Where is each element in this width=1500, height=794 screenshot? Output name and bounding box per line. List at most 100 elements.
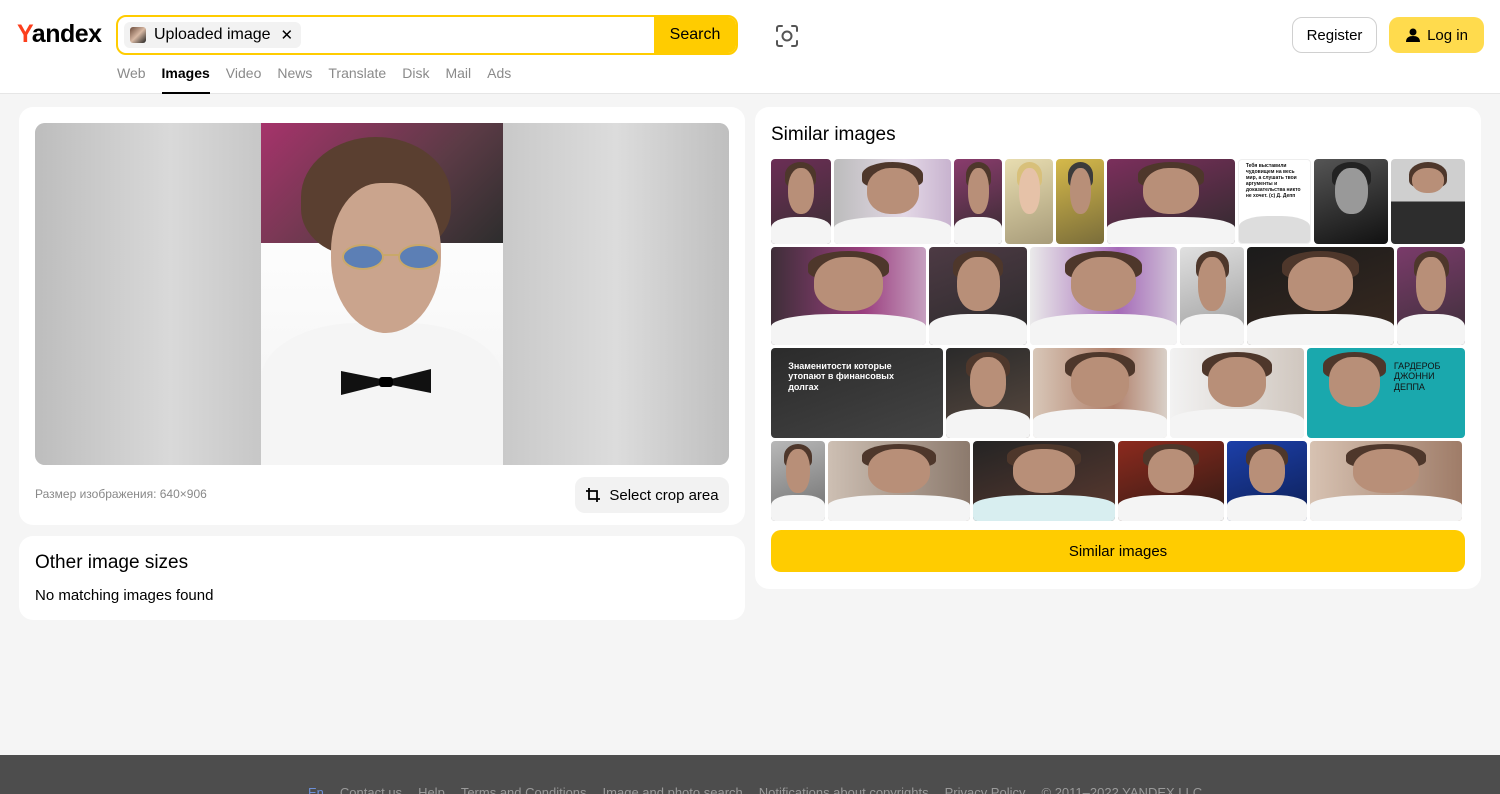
nav-web[interactable]: Web bbox=[117, 64, 146, 94]
camera-search-icon[interactable] bbox=[773, 22, 801, 50]
similar-image-tile[interactable]: Знаменитости которые утопают в финансовы… bbox=[771, 348, 943, 438]
nav-images[interactable]: Images bbox=[161, 64, 210, 94]
footer-help-link[interactable]: Help bbox=[418, 785, 445, 794]
grid-row: Знаменитости которые утопают в финансовы… bbox=[771, 348, 1465, 438]
footer-privacy-link[interactable]: Privacy Policy bbox=[945, 785, 1026, 794]
similar-images-button[interactable]: Similar images bbox=[771, 530, 1465, 572]
nav-ads[interactable]: Ads bbox=[487, 64, 511, 94]
register-button[interactable]: Register bbox=[1292, 17, 1377, 53]
footer-links: En Contact us Help Terms and Conditions … bbox=[308, 785, 1202, 794]
tile-suit bbox=[771, 495, 825, 521]
footer-terms-link[interactable]: Terms and Conditions bbox=[461, 785, 587, 794]
nav-video[interactable]: Video bbox=[226, 64, 262, 94]
search-button[interactable]: Search bbox=[654, 17, 736, 53]
tile-suit bbox=[1029, 313, 1178, 345]
no-matches-message: No matching images found bbox=[35, 587, 214, 604]
footer-copyright: © 2011–2022 YANDEX LLC bbox=[1041, 785, 1203, 794]
footer-image-search-link[interactable]: Image and photo search bbox=[603, 785, 743, 794]
nav-mail[interactable]: Mail bbox=[445, 64, 471, 94]
similar-image-tile[interactable] bbox=[1314, 159, 1389, 244]
footer-copyright-notifications-link[interactable]: Notifications about copyrights bbox=[759, 785, 929, 794]
tile-face bbox=[1207, 357, 1267, 407]
similar-image-tile[interactable] bbox=[1227, 441, 1307, 521]
similar-image-tile[interactable] bbox=[1391, 159, 1466, 244]
tile-face bbox=[1012, 449, 1076, 493]
footer-contact-link[interactable]: Contact us bbox=[340, 785, 402, 794]
crop-icon bbox=[586, 488, 601, 502]
similar-image-tile[interactable] bbox=[1170, 348, 1304, 438]
tile-face bbox=[967, 167, 989, 215]
similar-image-tile[interactable] bbox=[1107, 159, 1235, 244]
nav-news[interactable]: News bbox=[277, 64, 312, 94]
uploaded-image-preview[interactable] bbox=[35, 123, 729, 465]
tile-face bbox=[1352, 449, 1420, 493]
tile-quote-text: Тебя выставили чудовищем на весь мир, а … bbox=[1245, 163, 1301, 200]
similar-image-tile[interactable] bbox=[973, 441, 1115, 521]
tile-suit bbox=[973, 495, 1115, 521]
similar-image-tile[interactable] bbox=[771, 159, 831, 244]
tile-face bbox=[1198, 256, 1227, 311]
footer: En Contact us Help Terms and Conditions … bbox=[0, 755, 1500, 794]
uploaded-image-card: Размер изображения: 640×906 Select crop … bbox=[19, 107, 745, 525]
tile-face bbox=[814, 256, 883, 311]
select-crop-area-button[interactable]: Select crop area bbox=[575, 477, 729, 513]
similar-image-tile[interactable] bbox=[1056, 159, 1105, 244]
tile-suit bbox=[828, 495, 970, 521]
login-label: Log in bbox=[1427, 26, 1468, 44]
tile-face bbox=[1018, 167, 1040, 215]
tile-face bbox=[1070, 357, 1130, 407]
tile-suit bbox=[946, 409, 1030, 438]
tile-suit bbox=[833, 216, 952, 244]
similar-image-tile[interactable] bbox=[1005, 159, 1054, 244]
search-box[interactable]: Uploaded image ✕ Search bbox=[116, 15, 738, 55]
similar-image-tile[interactable] bbox=[771, 247, 927, 345]
grid-row bbox=[771, 441, 1465, 521]
login-button[interactable]: Log in bbox=[1389, 17, 1484, 53]
close-icon[interactable]: ✕ bbox=[281, 26, 294, 44]
tile-suit bbox=[1310, 495, 1462, 521]
tile-wardrobe-text: ГАРДЕРОБ ДЖОННИ ДЕППА bbox=[1393, 360, 1441, 393]
tile-face bbox=[1416, 256, 1447, 311]
other-sizes-title: Other image sizes bbox=[35, 552, 189, 573]
similar-image-tile[interactable] bbox=[1180, 247, 1244, 345]
similar-image-tile[interactable] bbox=[1033, 348, 1167, 438]
similar-image-tile[interactable] bbox=[833, 159, 952, 244]
uploaded-portrait bbox=[261, 123, 503, 465]
sunglasses-shape bbox=[342, 244, 440, 270]
tile-suit bbox=[1118, 495, 1224, 521]
similar-image-tile[interactable] bbox=[771, 441, 825, 521]
tile-face bbox=[969, 357, 1007, 407]
similar-image-tile[interactable]: ГАРДЕРОБ ДЖОННИ ДЕППА bbox=[1307, 348, 1465, 438]
tile-face bbox=[1335, 167, 1368, 215]
similar-image-tile[interactable] bbox=[954, 159, 1003, 244]
similar-image-tile[interactable] bbox=[929, 247, 1027, 345]
nav-translate[interactable]: Translate bbox=[328, 64, 386, 94]
yandex-logo[interactable]: Yandex bbox=[17, 20, 102, 49]
nav-disk[interactable]: Disk bbox=[402, 64, 429, 94]
grid-row: Тебя выставили чудовищем на весь мир, а … bbox=[771, 159, 1466, 244]
tile-suit bbox=[1180, 313, 1244, 345]
uploaded-thumbnail bbox=[130, 27, 146, 43]
tile-suit bbox=[1238, 216, 1311, 243]
uploaded-image-chip[interactable]: Uploaded image ✕ bbox=[124, 22, 302, 48]
similar-image-tile[interactable]: Тебя выставили чудовищем на весь мир, а … bbox=[1237, 159, 1312, 244]
similar-image-tile[interactable] bbox=[1246, 247, 1395, 345]
similar-images-title: Similar images bbox=[771, 124, 896, 145]
tile-face bbox=[1142, 167, 1199, 215]
footer-language-link[interactable]: En bbox=[308, 785, 324, 794]
crop-button-label: Select crop area bbox=[609, 486, 719, 504]
similar-image-tile[interactable] bbox=[1397, 247, 1465, 345]
tile-debt-text: Знаменитости которые утопают в финансовы… bbox=[788, 360, 894, 393]
logo-letter: Y bbox=[17, 20, 32, 48]
similar-image-tile[interactable] bbox=[1118, 441, 1224, 521]
similar-image-tile[interactable] bbox=[1310, 441, 1462, 521]
tile-face bbox=[867, 449, 931, 493]
header: Yandex Uploaded image ✕ Search Web Image… bbox=[0, 0, 1500, 94]
similar-image-tile[interactable] bbox=[828, 441, 970, 521]
tile-face bbox=[1147, 449, 1195, 493]
tile-suit bbox=[771, 313, 927, 345]
similar-image-tile[interactable] bbox=[946, 348, 1030, 438]
similar-image-tile[interactable] bbox=[1029, 247, 1178, 345]
similar-images-card: Similar images Тебя выставили чудовищем … bbox=[755, 107, 1481, 589]
tile-face bbox=[1069, 167, 1091, 215]
